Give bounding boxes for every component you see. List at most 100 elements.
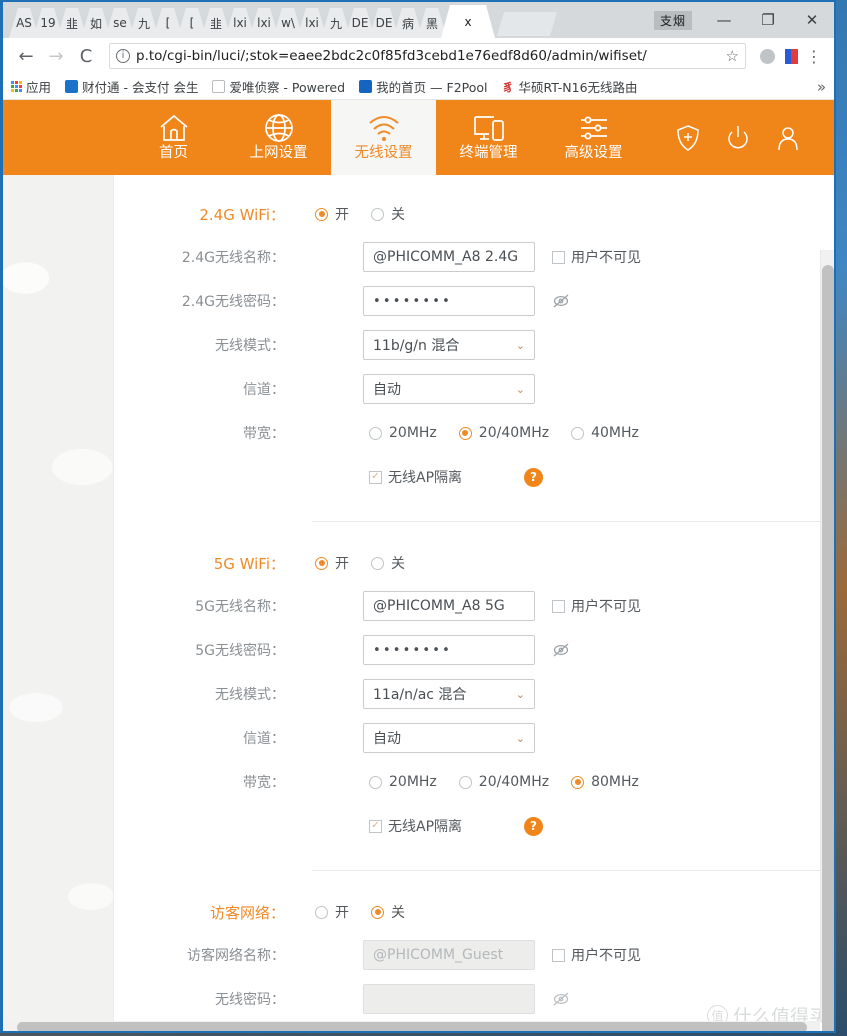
maximize-button[interactable]: ❐	[746, 3, 790, 37]
radio-icon[interactable]	[371, 207, 384, 221]
tab-label: 黑	[425, 16, 438, 31]
help-icon-5g[interactable]: ?	[524, 816, 544, 836]
radio-option-20mhz[interactable]: 20MHz	[369, 425, 437, 441]
radio-option-2040mhz[interactable]: 20/40MHz	[458, 774, 549, 790]
nav-item-label: 无线设置	[354, 145, 413, 162]
radio-icon[interactable]	[371, 556, 384, 570]
tab-label: [	[165, 16, 171, 30]
horizontal-scrollbar-thumb[interactable]	[17, 1022, 807, 1031]
radio-option-20mhz[interactable]: 20MHz	[369, 774, 437, 790]
wireless-mode-select-24g[interactable]: 11b/g/n 混合 ⌄	[363, 330, 535, 360]
nav-item-internet-settings[interactable]: 上网设置	[226, 100, 331, 175]
chevron-down-icon: ⌄	[515, 731, 525, 745]
bookmark-item[interactable]: 财付通 - 会支付 会生	[65, 77, 198, 96]
radio-option-80mhz[interactable]: 80MHz	[571, 774, 639, 790]
ap-isolation-checkbox-5g[interactable]: ✓ 无线AP隔离	[369, 816, 462, 836]
bookmark-item[interactable]: 爱唯侦察 - Powered	[212, 77, 345, 96]
bookmark-item[interactable]: 豸 华硕RT-N16无线路由	[501, 77, 638, 96]
address-bar[interactable]: i p.to/cgi-bin/luci/;stok=eaee2bdc2c0f85…	[109, 43, 746, 69]
site-info-icon[interactable]: i	[116, 49, 130, 63]
hidden-ssid-checkbox-24g[interactable]: 用户不可见	[552, 247, 641, 267]
radio-option-on[interactable]: 开	[315, 553, 349, 573]
checkbox-icon[interactable]	[552, 599, 565, 613]
vertical-scrollbar-thumb[interactable]	[822, 265, 834, 1031]
hidden-ssid-checkbox-5g[interactable]: 用户不可见	[552, 596, 641, 616]
bookmark-item[interactable]: 我的首页 — F2Pool	[359, 77, 488, 96]
checkbox-icon[interactable]: ✓	[369, 819, 382, 833]
radio-icon[interactable]	[458, 426, 472, 440]
minimize-button[interactable]: —	[702, 3, 746, 37]
radio-group-5g-enable: 开 关	[315, 553, 427, 573]
section-5g: 5G WiFi： 开 关 5G无线名称： @PHICOMM_A8 5G 用户不可…	[114, 522, 834, 871]
radio-option-off[interactable]: 关	[371, 204, 405, 224]
radio-icon[interactable]	[315, 905, 328, 919]
select-value: 自动	[373, 731, 401, 747]
radio-icon[interactable]	[369, 426, 382, 440]
radio-icon[interactable]	[369, 775, 382, 789]
radio-label: 开	[335, 556, 349, 572]
radio-option-off[interactable]: 关	[371, 902, 405, 922]
checkbox-icon[interactable]	[552, 948, 565, 962]
tray-badge[interactable]: 支烟	[653, 10, 692, 30]
radio-icon[interactable]	[315, 556, 328, 570]
bookmarks-overflow-icon[interactable]: »	[817, 78, 826, 96]
eye-off-icon[interactable]	[551, 291, 571, 311]
tab-label: lxi	[305, 16, 319, 30]
channel-select-5g[interactable]: 自动 ⌄	[363, 723, 535, 753]
close-button[interactable]: ✕	[790, 3, 834, 37]
radio-option-40mhz[interactable]: 40MHz	[571, 425, 639, 441]
power-icon[interactable]	[724, 124, 752, 152]
forward-button[interactable]: →	[41, 41, 71, 71]
radio-icon[interactable]	[315, 207, 328, 221]
tab-label: se	[113, 16, 127, 30]
radio-label: 关	[391, 905, 405, 921]
reload-button[interactable]: C	[71, 41, 101, 71]
radio-option-off[interactable]: 关	[371, 553, 405, 573]
password-input-5g[interactable]: ••••••••	[363, 635, 535, 665]
back-button[interactable]: ←	[11, 41, 41, 71]
checkbox-icon[interactable]: ✓	[369, 470, 382, 484]
checkbox-icon[interactable]	[552, 250, 565, 264]
nav-item-device-management[interactable]: 终端管理	[436, 100, 541, 175]
shield-plus-icon[interactable]	[674, 124, 702, 152]
hidden-ssid-checkbox-guest[interactable]: 用户不可见	[552, 945, 641, 965]
radio-icon[interactable]	[371, 905, 384, 919]
help-icon-24g[interactable]: ?	[524, 467, 544, 487]
ap-isolation-checkbox-24g[interactable]: ✓ 无线AP隔离	[369, 467, 462, 487]
nav-item-home[interactable]: 首页	[121, 100, 226, 175]
eye-off-icon[interactable]	[551, 640, 571, 660]
user-icon[interactable]	[774, 124, 802, 152]
browser-tab-active[interactable]: x	[441, 5, 495, 38]
nav-item-advanced-settings[interactable]: 高级设置	[541, 100, 646, 175]
browser-menu-icon[interactable]: ⋮	[802, 47, 826, 66]
router-page: 首页 上网设置 无线设置 终端管理 高级设置 2.4G WiFi： 开 关 2.…	[3, 100, 834, 1031]
eye-off-icon[interactable]	[551, 989, 571, 1009]
devices-icon	[472, 110, 506, 144]
bookmark-apps[interactable]: 应用	[11, 77, 51, 96]
wireless-mode-select-5g[interactable]: 11a/n/ac 混合 ⌄	[363, 679, 535, 709]
globe-extension-icon[interactable]	[756, 45, 778, 67]
channel-select-24g[interactable]: 自动 ⌄	[363, 374, 535, 404]
radio-label: 20MHz	[389, 425, 437, 441]
radio-icon[interactable]	[571, 775, 585, 789]
bookmark-star-icon[interactable]: ☆	[726, 47, 739, 65]
new-tab-button[interactable]	[497, 12, 557, 36]
password-input-24g[interactable]: ••••••••	[363, 286, 535, 316]
field-5g-ap-isolation: ✓ 无线AP隔离 ?	[114, 804, 834, 848]
horizontal-scrollbar[interactable]	[3, 1021, 820, 1031]
password-input-guest[interactable]	[363, 984, 535, 1014]
vertical-scrollbar[interactable]	[820, 250, 834, 1031]
select-value: 11a/n/ac 混合	[373, 687, 467, 703]
flag-extension-icon[interactable]	[780, 45, 802, 67]
radio-option-2040mhz[interactable]: 20/40MHz	[458, 425, 549, 441]
ssid-input-guest[interactable]: @PHICOMM_Guest	[363, 940, 535, 970]
radio-option-on[interactable]: 开	[315, 902, 349, 922]
browser-window: AS 19 韭 如 se 九 [ [ 韭 lxi lxi w\ lxi 九 DE…	[0, 0, 836, 1033]
radio-icon[interactable]	[571, 426, 585, 440]
nav-item-wireless-settings[interactable]: 无线设置	[331, 100, 436, 175]
ssid-input-24g[interactable]: @PHICOMM_A8 2.4G	[363, 242, 535, 272]
radio-option-on[interactable]: 开	[315, 204, 349, 224]
radio-icon[interactable]	[458, 775, 472, 789]
ssid-input-5g[interactable]: @PHICOMM_A8 5G	[363, 591, 535, 621]
field-guest-ssid: 访客网络名称： @PHICOMM_Guest 用户不可见	[114, 933, 834, 977]
